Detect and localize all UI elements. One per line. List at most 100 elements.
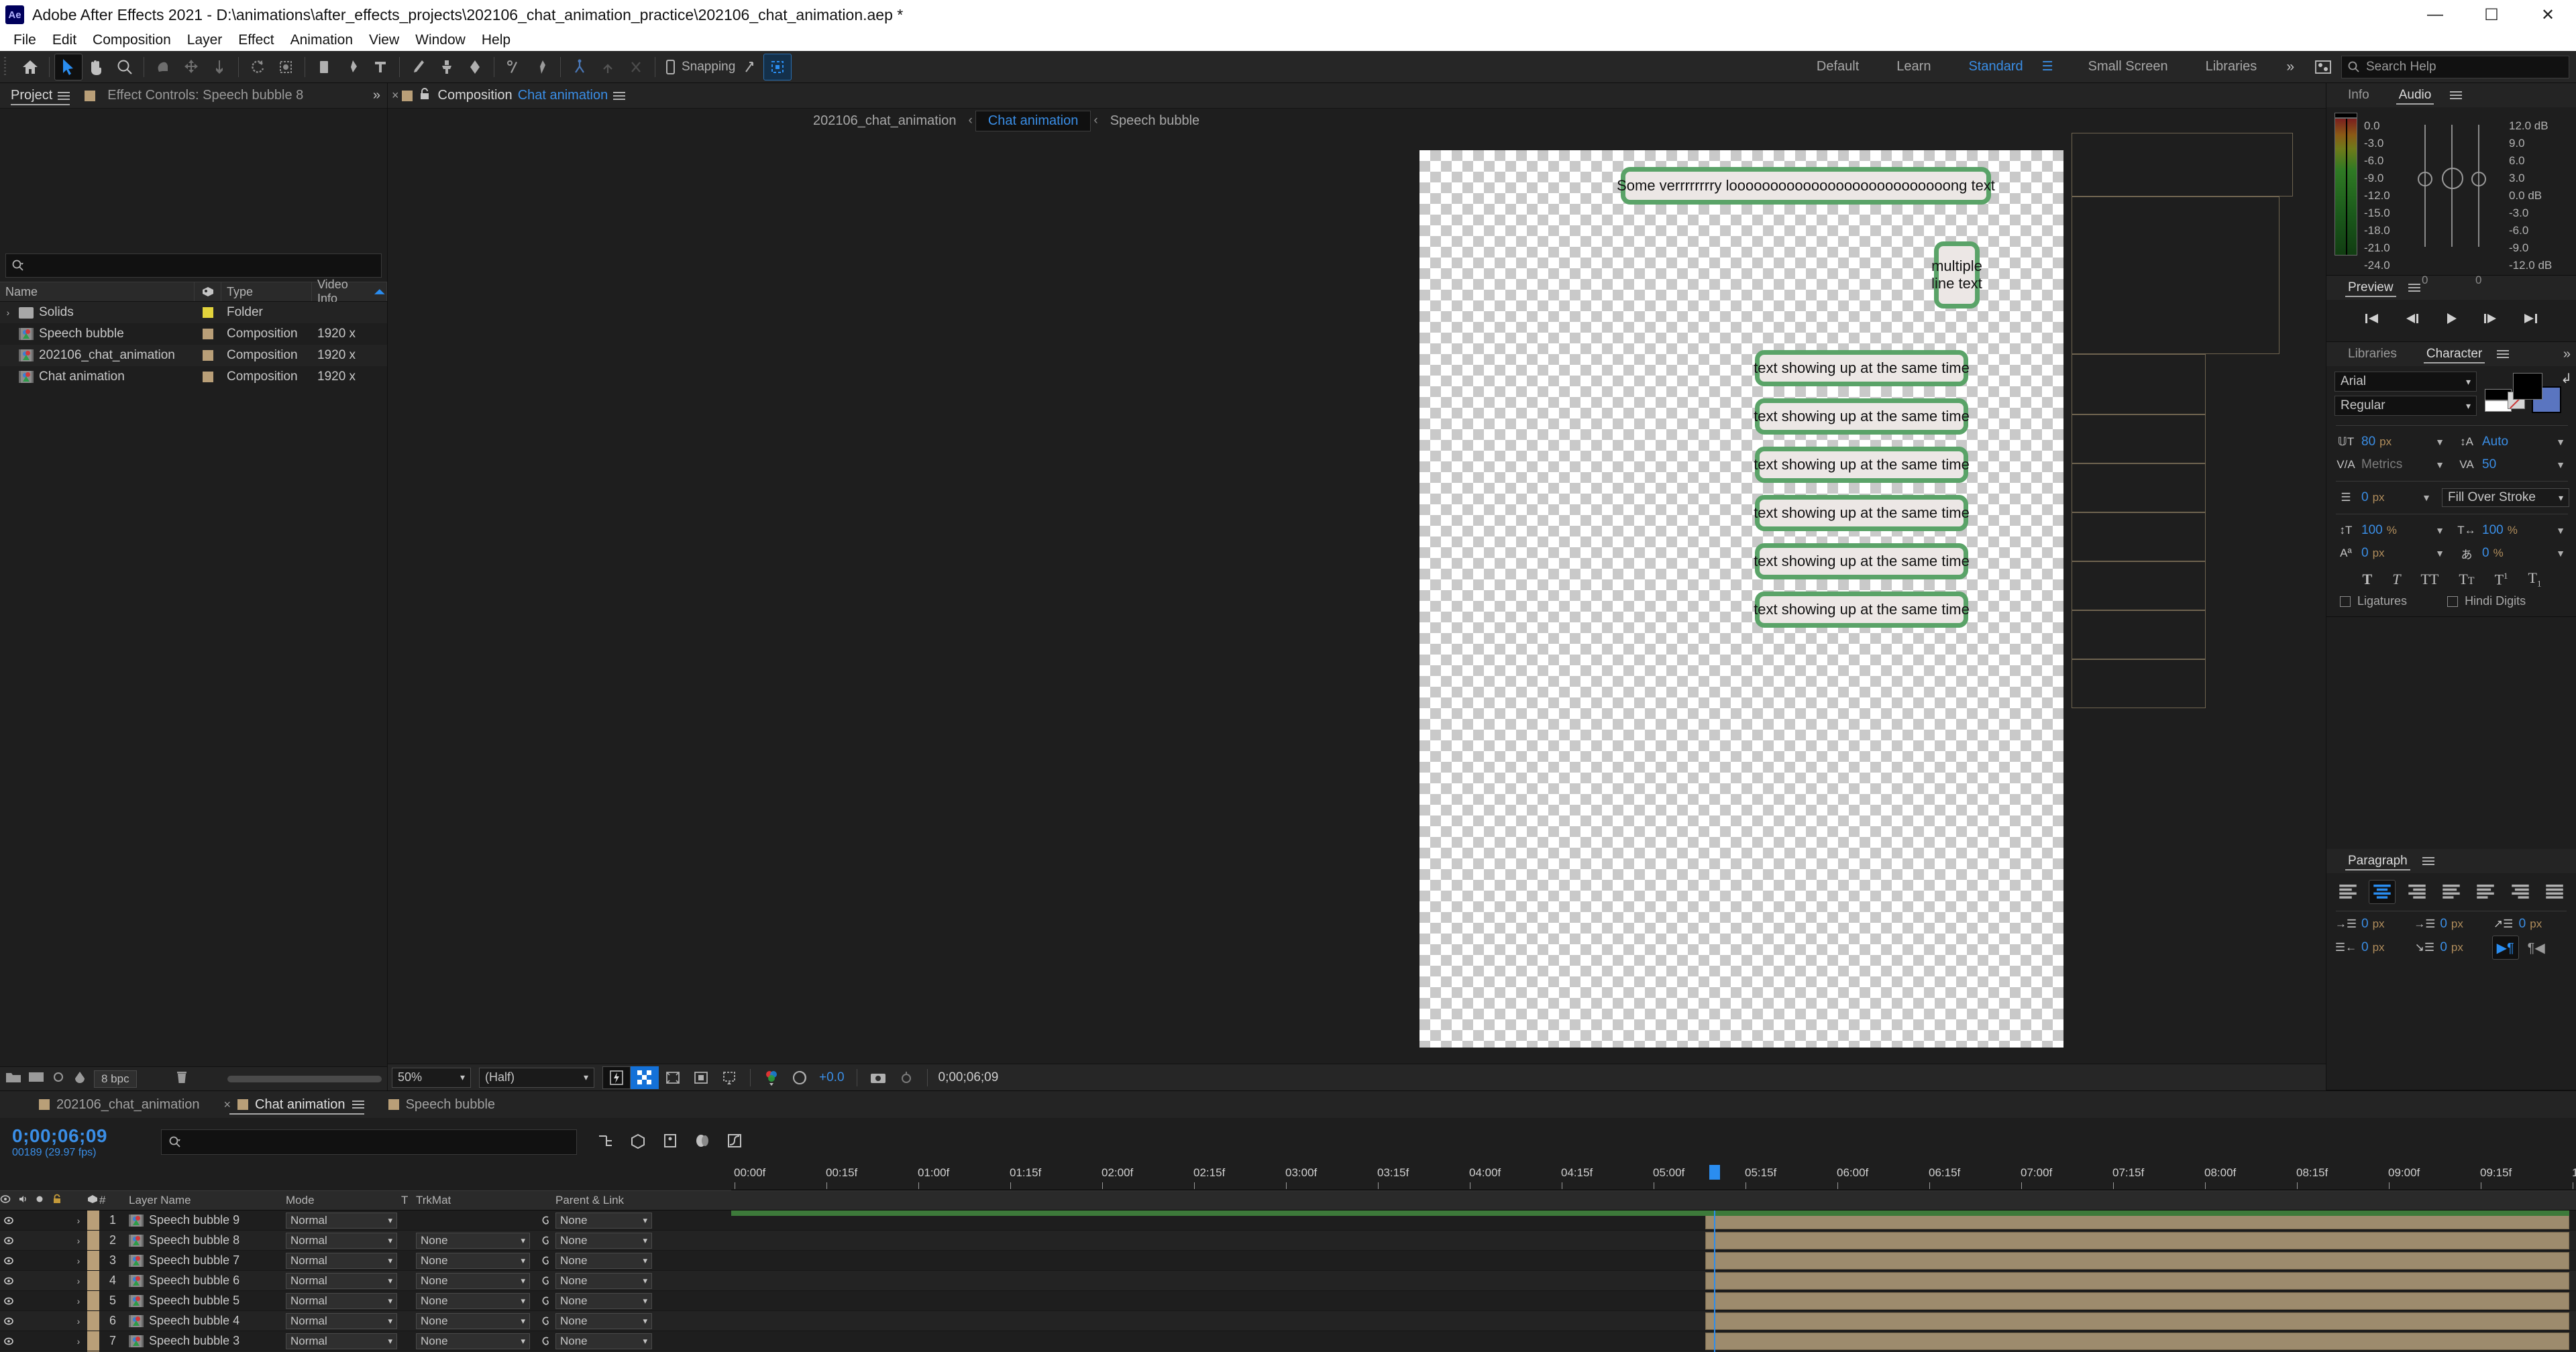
layer-solo-toggle[interactable] (35, 1231, 52, 1250)
tab-paragraph[interactable]: Paragraph (2333, 849, 2422, 873)
layer-mode-select[interactable]: Normal▾ (286, 1271, 401, 1290)
tsume-field[interactable]: あ 0 % ▼ (2455, 543, 2569, 564)
color-depth-icon[interactable] (72, 1070, 87, 1087)
channel-select-icon[interactable] (757, 1066, 786, 1089)
tab-info[interactable]: Info (2333, 83, 2384, 107)
search-help-input[interactable]: Search Help (2341, 55, 2569, 78)
layer-parent-select[interactable]: None▾ (555, 1331, 656, 1351)
menu-item-composition[interactable]: Composition (85, 32, 179, 48)
zoom-select[interactable]: 50% ▾ (392, 1067, 471, 1088)
layer-name-cell[interactable]: Speech bubble 4 (126, 1311, 286, 1331)
faux-bold-icon[interactable]: T (2363, 571, 2373, 588)
layer-preserve-transparency[interactable] (401, 1231, 416, 1250)
composition-viewer[interactable]: Some verrrrrrrry loooooooooooooooooooooo… (388, 133, 2326, 1064)
tracking-field[interactable]: VA 50 ▼ (2455, 454, 2569, 475)
column-trkmat[interactable]: TrkMat (416, 1194, 534, 1207)
disclosure-triangle-icon[interactable]: › (3, 307, 13, 318)
character-panel-menu-icon[interactable] (2497, 348, 2510, 360)
layer-preserve-transparency[interactable] (401, 1271, 416, 1290)
layer-video-toggle[interactable] (0, 1271, 17, 1290)
parent-pick-whip-icon[interactable] (534, 1271, 555, 1290)
layer-preserve-transparency[interactable] (401, 1311, 416, 1331)
justify-last-right-icon[interactable] (2507, 880, 2533, 904)
layer-solo-toggle[interactable] (35, 1210, 52, 1230)
menu-item-view[interactable]: View (361, 32, 407, 48)
vu-clip-indicator[interactable] (2334, 113, 2357, 118)
project-item-row[interactable]: Speech bubble Composition 1920 x (0, 323, 387, 345)
eraser-tool-icon[interactable] (461, 54, 489, 80)
toggle-transparency-grid-icon[interactable] (631, 1066, 659, 1089)
justify-all-icon[interactable] (2542, 880, 2568, 904)
layer-preserve-transparency[interactable] (401, 1291, 416, 1310)
region-of-interest-icon[interactable] (715, 1066, 743, 1089)
horizontal-scale-field[interactable]: T↔ 100 % ▼ (2455, 520, 2569, 541)
layer-duration-bar[interactable] (1705, 1232, 2569, 1249)
close-tab-icon[interactable]: × (392, 89, 399, 103)
show-snapshot-icon[interactable] (892, 1066, 920, 1089)
font-style-select[interactable]: Regular ▾ (2334, 396, 2477, 416)
layer-parent-select[interactable]: None▾ (555, 1291, 656, 1310)
first-frame-icon[interactable] (2363, 312, 2381, 329)
workspace-small-screen[interactable]: Small Screen (2070, 59, 2187, 74)
rotation-tool-icon[interactable] (149, 54, 177, 80)
layer-solo-toggle[interactable] (35, 1311, 52, 1331)
brush-tool-icon[interactable] (405, 54, 433, 80)
audio-slider-right-knob[interactable] (2471, 172, 2486, 186)
layer-duration-bar[interactable] (1705, 1333, 2569, 1350)
space-before-field[interactable]: ↗☰ 0 px (2492, 917, 2568, 932)
justify-last-left-icon[interactable] (2438, 880, 2464, 904)
speech-bubble[interactable]: Some verrrrrrrry loooooooooooooooooooooo… (1617, 167, 1995, 205)
work-area-bar[interactable] (731, 1210, 2569, 1216)
draft-3d-icon[interactable] (629, 1133, 647, 1152)
layer-preserve-transparency[interactable] (401, 1251, 416, 1270)
layer-solo-toggle[interactable] (35, 1291, 52, 1310)
take-snapshot-icon[interactable] (864, 1066, 892, 1089)
speech-bubble[interactable]: multiple line text (1931, 241, 1982, 308)
column-parent-link[interactable]: Parent & Link (555, 1194, 656, 1207)
minimize-button[interactable]: — (2407, 0, 2463, 30)
layer-video-toggle[interactable] (0, 1291, 17, 1310)
horizontal-scrollbar[interactable] (227, 1075, 382, 1082)
indent-first-line-field[interactable]: →☰ 0 px (2413, 917, 2489, 932)
layer-disclosure-icon[interactable]: › (70, 1210, 87, 1230)
graph-editor-icon[interactable] (726, 1133, 743, 1152)
composition-panel-menu-icon[interactable] (613, 90, 626, 102)
stroke-width-field[interactable]: ☰ 0 px ▼ (2334, 487, 2435, 508)
layer-lock-toggle[interactable] (52, 1231, 70, 1250)
menu-item-file[interactable]: File (5, 32, 44, 48)
column-layer-name[interactable]: Layer Name (126, 1194, 286, 1207)
character-overflow-icon[interactable]: » (2563, 347, 2576, 362)
layer-mode-select[interactable]: Normal▾ (286, 1291, 401, 1310)
parent-pick-whip-icon[interactable] (534, 1210, 555, 1230)
exposure-icon[interactable] (786, 1066, 814, 1089)
composition-mini-flowchart-icon[interactable] (597, 1133, 614, 1152)
hand-tool-icon[interactable] (83, 54, 111, 80)
type-tool-icon[interactable] (366, 54, 394, 80)
layer-video-toggle[interactable] (0, 1311, 17, 1331)
close-button[interactable]: ✕ (2520, 0, 2576, 30)
faux-italic-icon[interactable]: T (2392, 571, 2400, 588)
layer-video-toggle[interactable] (0, 1331, 17, 1351)
layer-mode-select[interactable]: Normal▾ (286, 1210, 401, 1230)
clone-stamp-tool-icon[interactable] (433, 54, 461, 80)
timeline-tab[interactable]: 202106_chat_animation (27, 1091, 212, 1118)
puppet-pin-tool-icon[interactable] (527, 54, 555, 80)
toolbar-grip[interactable] (4, 56, 13, 77)
layer-name-cell[interactable]: Speech bubble 5 (126, 1291, 286, 1310)
column-video-info[interactable]: Video Info (312, 278, 387, 305)
layer-video-toggle[interactable] (0, 1251, 17, 1270)
layer-disclosure-icon[interactable]: › (70, 1251, 87, 1270)
play-icon[interactable] (2444, 311, 2459, 330)
speech-bubble[interactable]: text showing up at the same time (1754, 398, 1970, 435)
layer-preserve-transparency[interactable] (401, 1210, 416, 1230)
workspace-standard[interactable]: Standard (1949, 59, 2041, 74)
subscript-icon[interactable]: T1 (2528, 569, 2542, 589)
chevron-down-icon[interactable]: ▼ (2435, 459, 2449, 470)
layer-duration-bar[interactable] (1705, 1252, 2569, 1270)
align-center-icon[interactable] (2369, 880, 2396, 904)
selection-tool-icon[interactable] (54, 53, 83, 80)
justify-last-center-icon[interactable] (2473, 880, 2499, 904)
zoom-tool-icon[interactable] (111, 54, 139, 80)
tab-audio[interactable]: Audio (2384, 83, 2447, 107)
maximize-button[interactable]: ☐ (2463, 0, 2520, 30)
